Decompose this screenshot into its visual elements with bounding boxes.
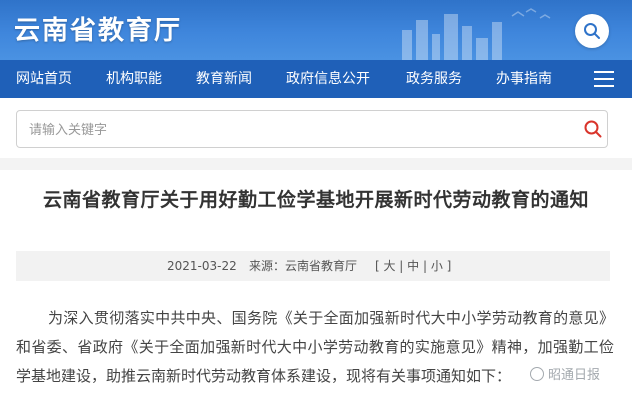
search-input[interactable] bbox=[27, 111, 571, 149]
menu-icon[interactable] bbox=[594, 71, 614, 87]
watermark-text: 昭通日报 bbox=[548, 368, 601, 383]
nav-item-guide[interactable]: 办事指南 bbox=[496, 60, 552, 98]
header-banner: 云南省教育厅 bbox=[0, 0, 632, 60]
nav-item-home[interactable]: 网站首页 bbox=[16, 60, 72, 98]
article-title: 云南省教育厅关于用好勤工俭学基地开展新时代劳动教育的通知 bbox=[42, 189, 589, 211]
search-box bbox=[16, 110, 608, 149]
search-icon bbox=[584, 23, 600, 39]
section-divider bbox=[0, 158, 632, 170]
nav-item-gov-info[interactable]: 政府信息公开 bbox=[286, 60, 370, 98]
nav-item-functions[interactable]: 机构职能 bbox=[106, 60, 162, 98]
site-title[interactable]: 云南省教育厅 bbox=[14, 10, 182, 47]
article-body: 为深入贯彻落实中共中央、国务院《关于全面加强新时代大中小学劳动教育的意见》和省委… bbox=[16, 309, 614, 385]
article-meta: 2021-03-22 来源：云南省教育厅 [ 大 | 中 | 小 ] bbox=[16, 251, 610, 281]
article-source: 来源：云南省教育厅 bbox=[249, 259, 358, 273]
watermark-logo-icon bbox=[530, 366, 544, 381]
city-skyline-decoration bbox=[402, 8, 551, 60]
article-date: 2021-03-22 bbox=[167, 259, 237, 273]
main-nav: 网站首页 机构职能 教育新闻 政府信息公开 政务服务 办事指南 bbox=[0, 60, 632, 98]
font-size-switcher[interactable]: [ 大 | 中 | 小 ] bbox=[375, 251, 451, 281]
header-search-button[interactable] bbox=[575, 14, 609, 48]
watermark: 昭通日报 bbox=[530, 364, 600, 383]
nav-item-education-news[interactable]: 教育新闻 bbox=[196, 60, 252, 98]
nav-item-gov-services[interactable]: 政务服务 bbox=[406, 60, 462, 98]
search-icon[interactable] bbox=[583, 119, 603, 139]
